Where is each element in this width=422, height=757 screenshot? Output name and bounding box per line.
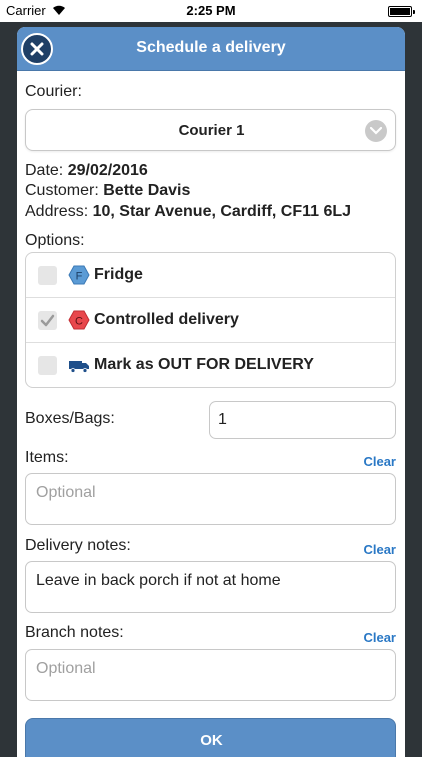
battery-icon [388,6,415,17]
controlled-delivery-label: Controlled delivery [94,311,239,328]
address-label: Address: [25,203,89,220]
items-textarea[interactable]: Optional [25,473,396,525]
address-value: 10, Star Avenue, Cardiff, CF11 6LJ [92,203,352,220]
option-out-for-delivery[interactable]: Mark as OUT FOR DELIVERY [26,343,395,388]
customer-line: Customer: Bette Davis [25,182,190,200]
ok-button[interactable]: OK [25,718,396,757]
fridge-checkbox[interactable] [38,266,57,285]
status-time: 2:25 PM [186,3,236,18]
courier-select[interactable]: Courier 1 [25,109,396,151]
options-list: F Fridge C Controlled delivery Mark as O… [25,252,396,388]
van-icon [69,361,89,373]
date-label: Date: [25,162,64,179]
date-value: 29/02/2016 [67,162,148,179]
svg-text:F: F [76,271,83,283]
delivery-notes-clear-link[interactable]: Clear [363,542,396,557]
date-line: Date: 29/02/2016 [25,162,148,180]
fridge-hexagon-icon: F [68,265,90,285]
boxes-input[interactable]: 1 [209,401,396,439]
checkmark-icon [40,314,55,327]
chevron-down-icon [365,120,387,142]
address-line: Address: 10, Star Avenue, Cardiff, CF11 … [25,203,351,221]
dialog-title: Schedule a delivery [136,39,286,56]
customer-label: Customer: [25,182,99,199]
out-for-delivery-label: Mark as OUT FOR DELIVERY [94,356,314,373]
schedule-delivery-dialog: Schedule a delivery Courier: Courier 1 D… [17,27,405,757]
option-controlled-delivery[interactable]: C Controlled delivery [26,298,395,343]
controlled-delivery-checkbox[interactable] [38,311,57,330]
branch-notes-label: Branch notes: [25,624,124,641]
courier-label: Courier: [25,83,82,100]
controlled-hexagon-icon: C [68,310,90,330]
delivery-notes-label: Delivery notes: [25,537,131,554]
branch-notes-clear-link[interactable]: Clear [363,630,396,645]
branch-notes-textarea[interactable]: Optional [25,649,396,701]
courier-selected-value: Courier 1 [178,122,245,139]
option-fridge[interactable]: F Fridge [26,253,395,298]
items-clear-link[interactable]: Clear [363,454,396,469]
items-label: Items: [25,449,69,466]
boxes-label: Boxes/Bags: [25,410,115,427]
fridge-label: Fridge [94,266,143,283]
status-bar: Carrier 2:25 PM [0,0,422,22]
ok-button-label: OK [200,732,223,749]
out-for-delivery-checkbox[interactable] [38,356,57,375]
svg-text:C: C [75,316,83,328]
delivery-notes-textarea[interactable]: Leave in back porch if not at home [25,561,396,613]
options-label: Options: [25,232,85,249]
dialog-header: Schedule a delivery [17,27,405,71]
customer-value: Bette Davis [103,182,191,199]
